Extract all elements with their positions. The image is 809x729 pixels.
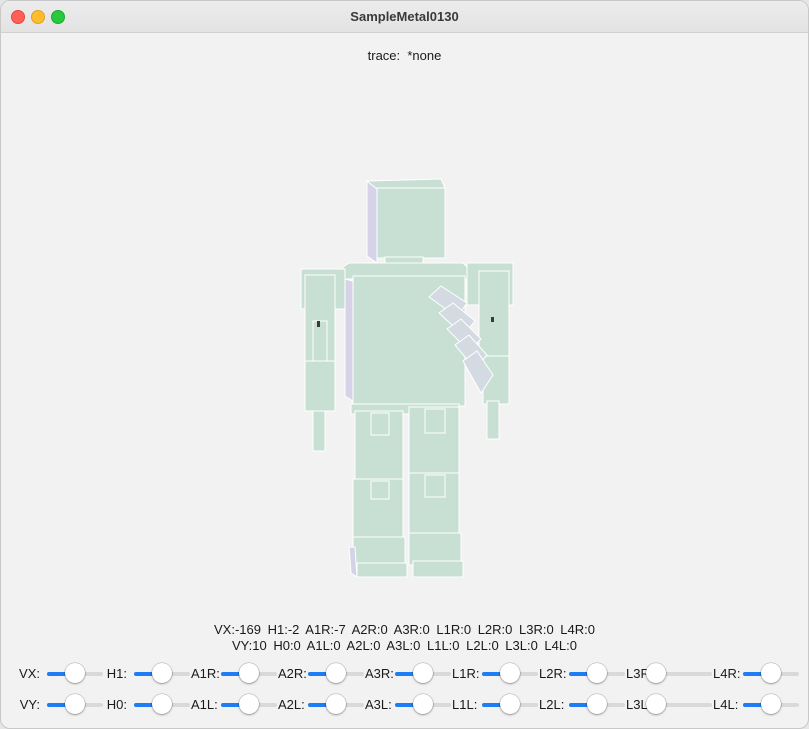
- slider-track-l2l[interactable]: [569, 694, 625, 714]
- robot-right-ankle-notch: [424, 474, 446, 498]
- slider-l1l[interactable]: L1L:: [452, 692, 540, 718]
- robot-right-knee-notch: [424, 408, 446, 434]
- slider-knob-vx[interactable]: [65, 663, 85, 683]
- title-bar[interactable]: SampleMetal0130: [1, 1, 808, 33]
- slider-row-1: VX: H1: A1R: A2R: A3R: L1R: L2R: L3R: L4R:: [1, 661, 808, 687]
- slider-l3r[interactable]: L3R:: [626, 661, 714, 687]
- slider-label-l1r: L1R:: [452, 666, 480, 681]
- robot-right-upper-arm: [478, 270, 510, 362]
- slider-knob-a3r[interactable]: [413, 663, 433, 683]
- slider-track-a1l[interactable]: [221, 694, 277, 714]
- slider-track-l3l[interactable]: [646, 694, 712, 714]
- robot-left-hand: [312, 410, 326, 452]
- robot-left-toe: [356, 562, 408, 578]
- slider-h0[interactable]: H0:: [104, 692, 192, 718]
- slider-vy[interactable]: VY:: [17, 692, 105, 718]
- slider-track-l1r[interactable]: [482, 663, 538, 683]
- robot-head: [376, 187, 446, 259]
- slider-l2r[interactable]: L2R:: [539, 661, 627, 687]
- slider-knob-l1l[interactable]: [500, 694, 520, 714]
- robot-left-forearm: [304, 360, 336, 412]
- slider-label-a2r: A2R:: [278, 666, 307, 681]
- slider-track-l3r[interactable]: [646, 663, 712, 683]
- slider-knob-a2r[interactable]: [326, 663, 346, 683]
- slider-knob-l4r[interactable]: [761, 663, 781, 683]
- slider-knob-a3l[interactable]: [413, 694, 433, 714]
- slider-a2r[interactable]: A2R:: [278, 661, 366, 687]
- robot-left-foot-side: [348, 546, 358, 578]
- slider-row-2: VY: H0: A1L: A2L: A3L: L1L: L2L: L3L: L4L:: [1, 692, 808, 718]
- slider-knob-vy[interactable]: [65, 694, 85, 714]
- slider-label-l4r: L4R:: [713, 666, 741, 681]
- robot-torso-side: [344, 278, 354, 402]
- slider-knob-a1r[interactable]: [239, 663, 259, 683]
- slider-label-h1: H1:: [106, 666, 127, 681]
- robot-left-knee-notch: [370, 412, 390, 436]
- slider-knob-a2l[interactable]: [326, 694, 346, 714]
- slider-l4l[interactable]: L4L:: [713, 692, 801, 718]
- slider-l2l[interactable]: L2L:: [539, 692, 627, 718]
- slider-h1[interactable]: H1:: [104, 661, 192, 687]
- app-window: SampleMetal0130 trace: *none VX:-169 H1:…: [0, 0, 809, 729]
- window-title: SampleMetal0130: [350, 9, 459, 24]
- robot-right-hand: [486, 400, 500, 440]
- robot-head-side: [366, 179, 378, 264]
- slider-l3l[interactable]: L3L:: [626, 692, 714, 718]
- slider-knob-l2l[interactable]: [587, 694, 607, 714]
- robot-3d-viewport[interactable]: [291, 171, 521, 591]
- slider-a1l[interactable]: A1L:: [191, 692, 279, 718]
- slider-a2l[interactable]: A2L:: [278, 692, 366, 718]
- slider-label-a1l: A1L:: [191, 697, 218, 712]
- slider-label-l2l: L2L:: [539, 697, 565, 712]
- trace-label: trace:: [367, 48, 401, 63]
- slider-track-a1r[interactable]: [221, 663, 277, 683]
- slider-track-l1l[interactable]: [482, 694, 538, 714]
- slider-l4r[interactable]: L4R:: [713, 661, 801, 687]
- slider-track-l4r[interactable]: [743, 663, 799, 683]
- trace-value: *none: [407, 48, 442, 63]
- slider-label-a2l: A2L:: [278, 697, 305, 712]
- slider-knob-l3l[interactable]: [646, 694, 666, 714]
- slider-label-l2r: L2R:: [539, 666, 567, 681]
- slider-label-h0: H0:: [106, 697, 127, 712]
- slider-track-l2r[interactable]: [569, 663, 625, 683]
- robot-model: [300, 178, 514, 578]
- robot-right-joint: [491, 317, 494, 322]
- slider-track-vx[interactable]: [47, 663, 103, 683]
- trace-status: trace: *none: [1, 48, 808, 63]
- slider-a3r[interactable]: A3R:: [365, 661, 453, 687]
- slider-track-h0[interactable]: [134, 694, 190, 714]
- slider-vx[interactable]: VX:: [17, 661, 105, 687]
- slider-label-l1l: L1L:: [452, 697, 478, 712]
- slider-track-l4l[interactable]: [743, 694, 799, 714]
- slider-knob-h0[interactable]: [152, 694, 172, 714]
- slider-label-l4l: L4L:: [713, 697, 739, 712]
- slider-label-a1r: A1R:: [191, 666, 220, 681]
- slider-label-a3l: A3L:: [365, 697, 392, 712]
- joint-readout-line-2: VY:10 H0:0 A1L:0 A2L:0 A3L:0 L1L:0 L2L:0…: [232, 638, 577, 653]
- slider-knob-l2r[interactable]: [587, 663, 607, 683]
- robot-left-ankle-notch: [370, 480, 390, 500]
- slider-knob-l4l[interactable]: [761, 694, 781, 714]
- joint-readout-line-1: VX:-169 H1:-2 A1R:-7 A2R:0 A3R:0 L1R:0 L…: [214, 622, 595, 637]
- slider-track-vy[interactable]: [47, 694, 103, 714]
- slider-track-a2l[interactable]: [308, 694, 364, 714]
- slider-track-a3l[interactable]: [395, 694, 451, 714]
- slider-a3l[interactable]: A3L:: [365, 692, 453, 718]
- slider-a1r[interactable]: A1R:: [191, 661, 279, 687]
- slider-track-a2r[interactable]: [308, 663, 364, 683]
- slider-label-a3r: A3R:: [365, 666, 394, 681]
- slider-label-vx: VX:: [19, 666, 40, 681]
- slider-knob-l3r[interactable]: [646, 663, 666, 683]
- slider-knob-a1l[interactable]: [239, 694, 259, 714]
- robot-right-foot: [408, 532, 462, 566]
- slider-track-h1[interactable]: [134, 663, 190, 683]
- robot-right-toe: [412, 560, 464, 578]
- slider-l1r[interactable]: L1R:: [452, 661, 540, 687]
- slider-track-a3r[interactable]: [395, 663, 451, 683]
- robot-left-joint: [317, 321, 320, 327]
- slider-knob-h1[interactable]: [152, 663, 172, 683]
- slider-knob-l1r[interactable]: [500, 663, 520, 683]
- slider-label-vy: VY:: [19, 697, 40, 712]
